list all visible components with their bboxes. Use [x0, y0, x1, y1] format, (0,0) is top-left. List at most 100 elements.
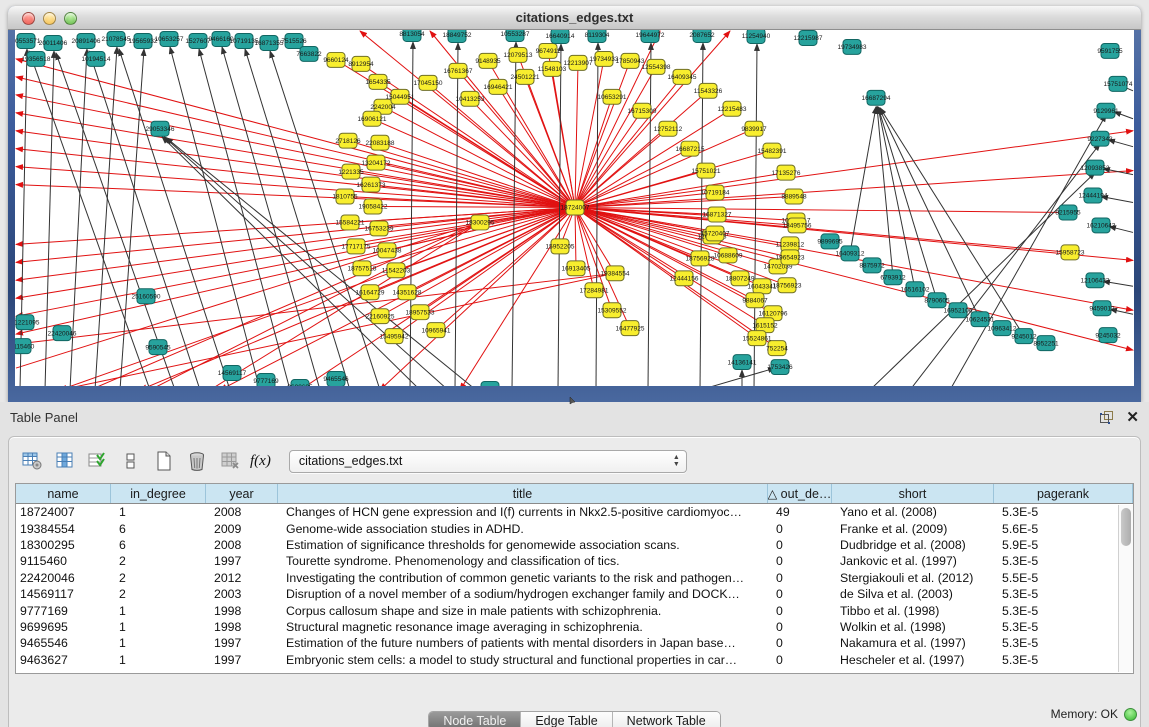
column-header-pagerank[interactable]: pagerank — [994, 484, 1133, 503]
node-12079513[interactable]: 12079513 — [504, 47, 533, 62]
node-9884067[interactable]: 9884067 — [742, 293, 768, 308]
node-8813054[interactable]: 8813054 — [399, 30, 425, 41]
node-17045150[interactable]: 17045150 — [414, 75, 443, 90]
node-15482391[interactable]: 15482391 — [758, 143, 787, 158]
node-10413253[interactable]: 10413253 — [456, 91, 485, 106]
node-19734933[interactable]: 19734933 — [590, 51, 619, 66]
new-document-icon[interactable] — [151, 448, 177, 474]
close-icon[interactable]: ✕ — [1126, 410, 1139, 425]
node-21221095[interactable]: 21221095 — [15, 315, 40, 330]
node-21078545[interactable]: 21078545 — [102, 31, 131, 46]
node-15952205[interactable]: 15952205 — [546, 239, 575, 254]
node-11548103[interactable]: 11548103 — [538, 61, 567, 76]
node-16210643[interactable]: 16210643 — [1087, 218, 1116, 233]
table-row[interactable]: 946362711997Embryonic stem cells: a mode… — [16, 652, 1133, 668]
scrollbar-thumb[interactable] — [1121, 508, 1131, 546]
node-9227343[interactable]: 9227343 — [1087, 131, 1113, 146]
node-14136141[interactable]: 14136141 — [728, 355, 757, 370]
node-8790605[interactable]: 8790605 — [924, 293, 950, 308]
network-window-titlebar[interactable]: citations_edges.txt — [8, 6, 1141, 30]
node-8952251[interactable]: 8952251 — [1033, 336, 1059, 351]
float-window-icon[interactable] — [1100, 411, 1114, 424]
node-10653291[interactable]: 10653291 — [598, 89, 627, 104]
node-12444194[interactable]: 12444194 — [1079, 188, 1108, 203]
node-19058422[interactable]: 19058422 — [359, 199, 388, 214]
node-10688609[interactable]: 10688609 — [714, 248, 743, 263]
close-window-button[interactable] — [22, 12, 35, 25]
node-11542203[interactable]: 11542203 — [382, 263, 411, 278]
node-18849752[interactable]: 18849752 — [443, 30, 472, 42]
node-16946421[interactable]: 16946421 — [484, 79, 513, 94]
table-row[interactable]: 911546021997Tourette syndrome. Phenomeno… — [16, 553, 1133, 569]
node-8875972[interactable]: 8875972 — [859, 258, 885, 273]
node-19734983[interactable]: 19734983 — [838, 39, 867, 54]
table-settings-icon[interactable] — [19, 448, 45, 474]
node-2718126[interactable]: 2718126 — [335, 133, 361, 148]
import-table-disabled-icon[interactable] — [217, 448, 243, 474]
table-row[interactable]: 977716911998Corpus callosum shape and si… — [16, 602, 1133, 618]
node-17284981[interactable]: 17284981 — [580, 283, 609, 298]
node-9463627[interactable]: 9463627 — [477, 382, 503, 386]
table-row[interactable]: 946554611997Estimation of the future num… — [16, 635, 1133, 651]
node-16913405[interactable]: 16913405 — [562, 261, 591, 276]
node-11254940[interactable]: 11254940 — [742, 30, 771, 43]
node-9777169[interactable]: 9777169 — [253, 374, 279, 386]
node-19384554[interactable]: 19384554 — [601, 266, 630, 281]
node-16640914[interactable]: 16640914 — [546, 30, 575, 43]
node-22083188[interactable]: 22083188 — [366, 135, 395, 150]
node-16261373[interactable]: 16261373 — [357, 177, 386, 192]
node-12444156[interactable]: 12444156 — [670, 271, 699, 286]
function-builder-icon[interactable]: f(x) — [250, 453, 271, 470]
node-9660124[interactable]: 9660124 — [323, 52, 349, 67]
column-header-title[interactable]: title — [278, 484, 768, 503]
node-15751021[interactable]: 15751021 — [692, 163, 721, 178]
node-19644972[interactable]: 19644972 — [636, 30, 665, 42]
node-9459012[interactable]: 9459012 — [1089, 301, 1115, 316]
node-16409345[interactable]: 16409345 — [668, 69, 697, 84]
table-row[interactable]: 2242004622012Investigating the contribut… — [16, 570, 1133, 586]
node-15958723[interactable]: 15958723 — [1056, 245, 1085, 260]
node-6793912[interactable]: 6793912 — [880, 270, 906, 285]
node-7663822[interactable]: 7663822 — [296, 46, 322, 61]
node-1810755[interactable]: 1810755 — [332, 189, 358, 204]
node-19565932[interactable]: 19565932 — [129, 33, 158, 48]
column-header-year[interactable]: year — [206, 484, 278, 503]
network-nodes[interactable]: 1872400796601248912954165433522420041690… — [15, 30, 1133, 386]
node-9674911[interactable]: 9674911 — [536, 43, 561, 58]
table-selector-dropdown[interactable]: citations_edges.txt ▲▼ — [289, 450, 687, 473]
node-9899695[interactable]: 9899695 — [817, 234, 843, 249]
node-1221335[interactable]: 1221335 — [338, 164, 364, 179]
delete-trash-icon[interactable] — [184, 448, 210, 474]
memory-status-indicator[interactable] — [1124, 708, 1137, 721]
node-15495942[interactable]: 15495942 — [380, 329, 409, 344]
table-row[interactable]: 1456911722003Disruption of a novel membe… — [16, 586, 1133, 602]
node-9590545[interactable]: 9590545 — [145, 340, 171, 355]
node-16687294[interactable]: 16687294 — [862, 90, 891, 105]
node-752254[interactable]: 752254 — [766, 341, 788, 356]
node-1654335[interactable]: 1654335 — [365, 74, 391, 89]
node-20891406[interactable]: 20891406 — [72, 33, 101, 48]
node-8912954[interactable]: 8912954 — [348, 56, 374, 71]
column-header-name[interactable]: name — [16, 484, 111, 503]
node-15309552[interactable]: 15309552 — [598, 303, 627, 318]
node-16516102[interactable]: 16516102 — [901, 282, 930, 297]
column-header-out_de[interactable]: △ out_de… — [768, 484, 832, 503]
table-row[interactable]: 1872400712008Changes of HCN gene express… — [16, 504, 1133, 520]
node-24501221[interactable]: 24501221 — [511, 69, 540, 84]
node-16409312[interactable]: 16409312 — [836, 246, 865, 261]
node-16477925[interactable]: 16477925 — [616, 321, 645, 336]
column-header-in_degree[interactable]: in_degree — [111, 484, 206, 503]
node-12215483[interactable]: 12215483 — [718, 101, 747, 116]
node-12106433[interactable]: 12106433 — [1081, 273, 1110, 288]
minimize-window-button[interactable] — [43, 12, 56, 25]
node-9465546[interactable]: 9465546 — [323, 372, 349, 386]
table-checks-icon[interactable] — [85, 448, 111, 474]
table-row[interactable]: 969969511998Structural magnetic resonanc… — [16, 619, 1133, 635]
zoom-window-button[interactable] — [64, 12, 77, 25]
node-20553571[interactable]: 20553571 — [15, 33, 41, 48]
table-row[interactable]: 1830029562008Estimation of significance … — [16, 537, 1133, 553]
network-canvas[interactable]: 1872400796601248912954165433522420041690… — [15, 30, 1134, 386]
node-12213907[interactable]: 12213907 — [564, 55, 593, 70]
node-10553287[interactable]: 10553287 — [501, 30, 530, 41]
node-16753239[interactable]: 16753239 — [365, 221, 394, 236]
